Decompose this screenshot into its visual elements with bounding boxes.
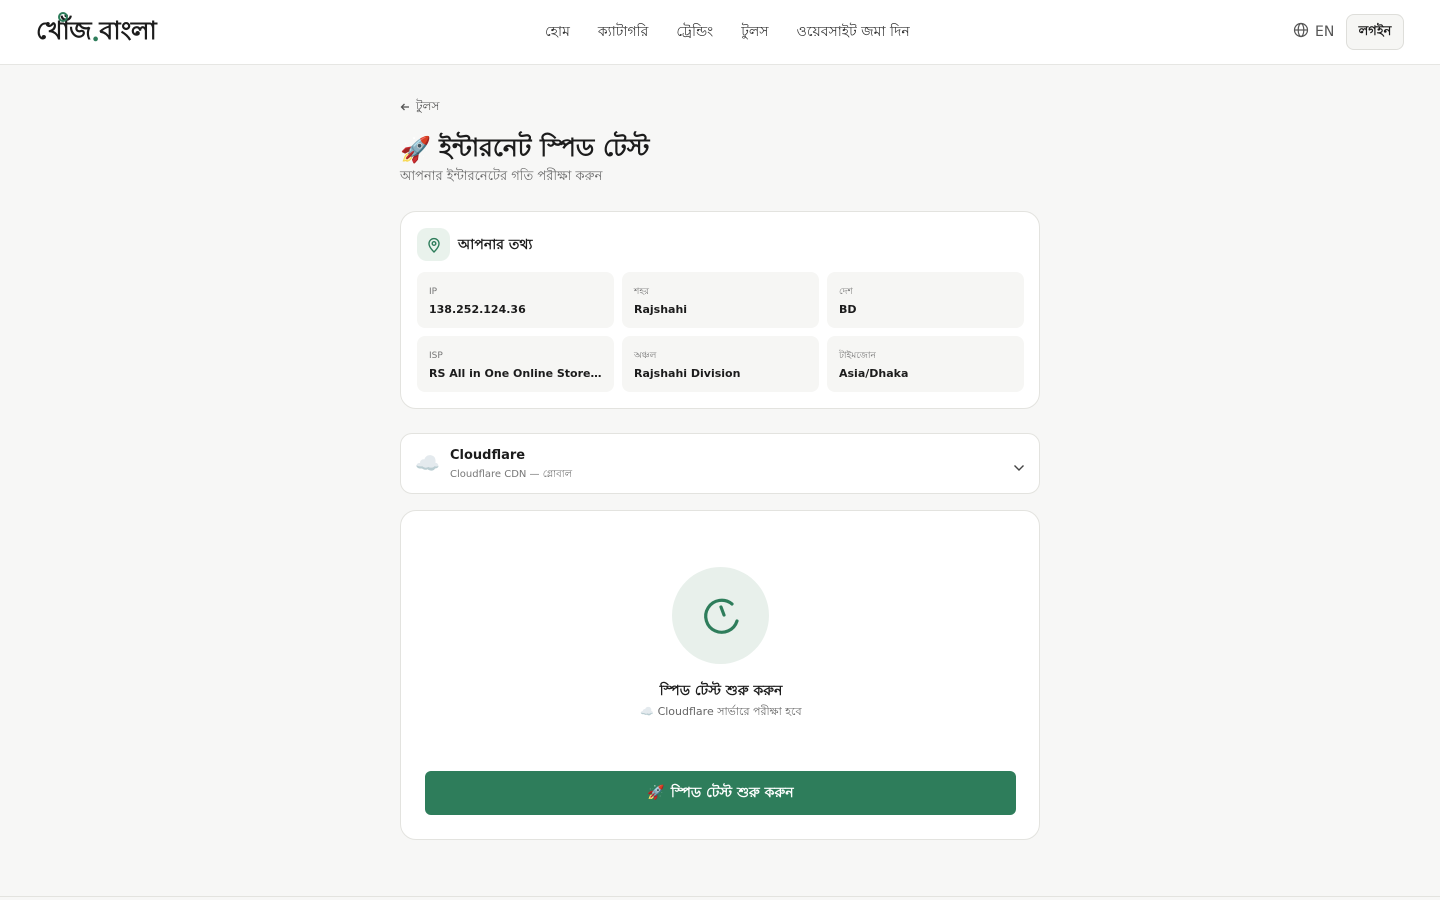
info-grid: IP 138.252.124.36 শহর Rajshahi দেশ BD IS… <box>417 272 1024 392</box>
footer-divider <box>0 896 1440 897</box>
language-switcher[interactable]: EN <box>1293 22 1334 42</box>
info-value: Asia/Dhaka <box>839 367 909 380</box>
info-value: RS All in One Online Store Rajshahi <box>429 367 602 380</box>
arrow-left-icon <box>400 101 410 115</box>
info-cell-city: শহর Rajshahi <box>622 272 819 328</box>
info-cell-region: অঞ্চল Rajshahi Division <box>622 336 819 392</box>
speed-test-card: স্পিড টেস্ট শুরু করুন ☁️ Cloudflare সার্… <box>400 510 1040 840</box>
language-label: EN <box>1315 24 1335 40</box>
speedometer-icon <box>672 567 769 664</box>
nav-item-home[interactable]: হোম <box>545 20 570 44</box>
cloud-icon: ☁️ <box>415 451 440 475</box>
logo-search-icon <box>58 12 68 22</box>
map-pin-icon <box>417 228 450 261</box>
info-cell-country: দেশ BD <box>827 272 1024 328</box>
site-logo[interactable]: খোঁজ. বাংলা <box>36 12 157 52</box>
speed-test-server-note: ☁️ Cloudflare সার্ভারে পরীক্ষা হবে <box>640 705 802 718</box>
page-title: 🚀 ইন্টারনেট স্পিড টেস্ট <box>400 128 650 171</box>
info-value: Rajshahi Division <box>634 367 741 380</box>
info-card-header: আপনার তথ্য <box>417 228 532 261</box>
logo-text-tail: বাংলা <box>99 15 157 45</box>
page-title-text: ইন্টারনেট স্পিড টেস্ট <box>439 133 650 162</box>
nav-item-trending[interactable]: ট্রেন্ডিং <box>676 20 713 44</box>
server-description: Cloudflare CDN — গ্লোবাল <box>450 469 573 480</box>
info-label: অঞ্চল <box>634 351 657 361</box>
main-nav: হোম ক্যাটাগরি ট্রেন্ডিং টুলস ওয়েবসাইট জ… <box>545 0 910 64</box>
nav-item-category[interactable]: ক্যাটাগরি <box>598 20 648 44</box>
globe-icon <box>1293 22 1309 42</box>
info-label: দেশ <box>839 287 853 297</box>
info-label: IP <box>429 287 438 297</box>
info-value: BD <box>839 303 857 316</box>
info-label: ISP <box>429 351 443 361</box>
info-cell-timezone: টাইমজোন Asia/Dhaka <box>827 336 1024 392</box>
server-selector[interactable]: ☁️ Cloudflare Cloudflare CDN — গ্লোবাল <box>400 433 1040 494</box>
info-cell-ip: IP 138.252.124.36 <box>417 272 614 328</box>
info-value: 138.252.124.36 <box>429 303 526 316</box>
chevron-down-icon <box>1013 457 1025 476</box>
info-cell-isp: ISP RS All in One Online Store Rajshahi <box>417 336 614 392</box>
rocket-icon: 🚀 <box>400 134 432 164</box>
server-name: Cloudflare <box>450 448 526 463</box>
nav-item-tools[interactable]: টুলস <box>741 20 768 44</box>
site-header: খোঁজ. বাংলা হোম ক্যাটাগরি ট্রেন্ডিং টুলস … <box>0 0 1440 65</box>
speed-test-heading: স্পিড টেস্ট শুরু করুন <box>659 683 783 699</box>
info-card-title: আপনার তথ্য <box>458 236 533 253</box>
rocket-icon: 🚀 <box>647 785 665 801</box>
back-to-tools-link[interactable]: টুলস <box>400 98 439 118</box>
page-subtitle: আপনার ইন্টারনেটের গতি পরীক্ষা করুন <box>400 169 603 184</box>
user-info-card: আপনার তথ্য IP 138.252.124.36 শহর Rajshah… <box>400 211 1040 409</box>
login-button[interactable]: লগইন <box>1346 14 1404 50</box>
start-speed-test-button[interactable]: 🚀 স্পিড টেস্ট শুরু করুন <box>425 771 1016 815</box>
nav-item-submit-website[interactable]: ওয়েবসাইট জমা দিন <box>797 20 910 44</box>
info-label: শহর <box>634 287 650 297</box>
info-value: Rajshahi <box>634 303 688 316</box>
start-button-label: স্পিড টেস্ট শুরু করুন <box>670 785 794 801</box>
back-link-label: টুলস <box>416 99 440 113</box>
info-label: টাইমজোন <box>839 351 876 361</box>
